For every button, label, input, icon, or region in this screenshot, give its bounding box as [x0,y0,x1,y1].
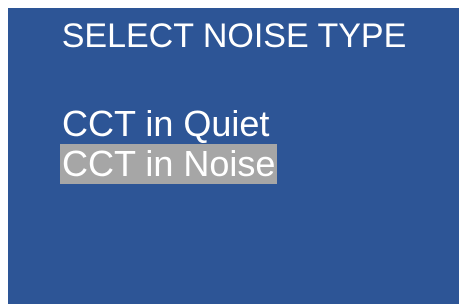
screen-title: SELECT NOISE TYPE [61,17,407,55]
menu-item-cct-in-noise[interactable]: CCT in Noise [60,144,278,184]
menu-item-cct-in-quiet[interactable]: CCT in Quiet [60,104,271,144]
noise-type-menu: CCT in Quiet CCT in Noise [60,104,278,184]
noise-type-screen: SELECT NOISE TYPE CCT in Quiet CCT in No… [8,8,459,304]
